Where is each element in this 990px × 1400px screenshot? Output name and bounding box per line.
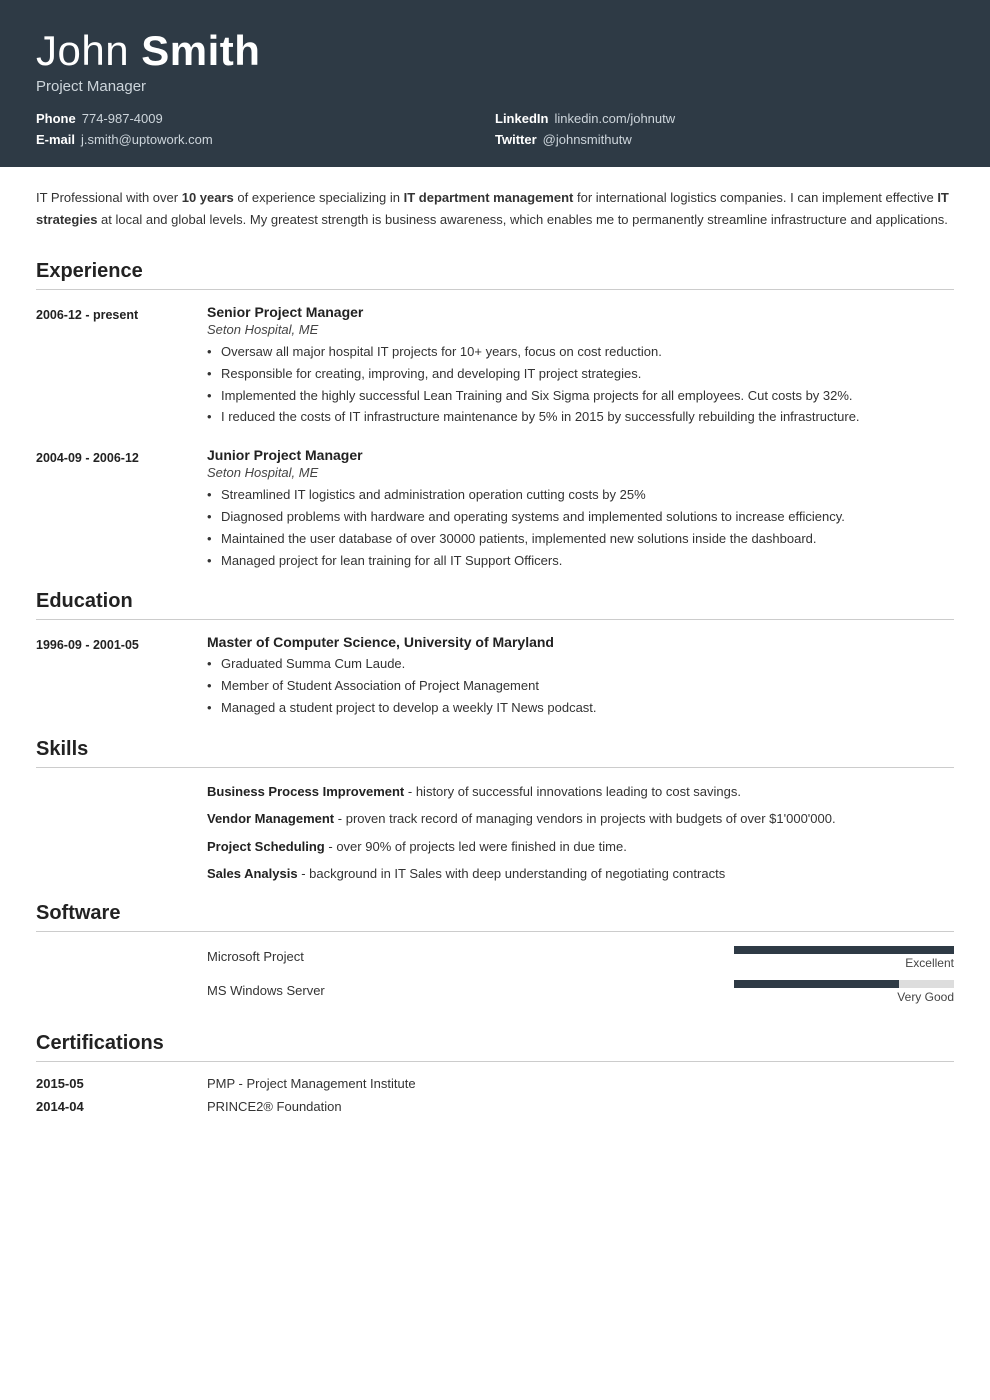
- edu-bullets-0: Graduated Summa Cum Laude. Member of Stu…: [207, 654, 954, 718]
- software-content: Microsoft Project Excellent MS Windows S…: [207, 946, 954, 1014]
- education-item-0: 1996-09 - 2001-05 Master of Computer Sci…: [36, 634, 954, 719]
- edu-bullet-0-2: Managed a student project to develop a w…: [207, 698, 954, 719]
- last-name: Smith: [141, 27, 260, 74]
- skill-item-3: Sales Analysis - background in IT Sales …: [207, 864, 954, 884]
- exp-bullets-0: Oversaw all major hospital IT projects f…: [207, 342, 954, 428]
- exp-title-1: Junior Project Manager: [207, 447, 954, 463]
- phone-label: Phone: [36, 111, 76, 126]
- cert-date-1: 2014-04: [36, 1099, 191, 1114]
- exp-content-0: Senior Project Manager Seton Hospital, M…: [207, 304, 954, 429]
- skill-item-1: Vendor Management - proven track record …: [207, 809, 954, 829]
- skills-layout: Business Process Improvement - history o…: [36, 782, 954, 884]
- exp-bullet-0-2: Implemented the highly successful Lean T…: [207, 386, 954, 407]
- twitter-value: @johnsmithutw: [543, 132, 632, 147]
- cert-name-1: PRINCE2® Foundation: [207, 1099, 954, 1114]
- linkedin-value: linkedin.com/johnutw: [554, 111, 675, 126]
- exp-title-0: Senior Project Manager: [207, 304, 954, 320]
- candidate-name: John Smith: [36, 28, 954, 74]
- exp-bullet-0-3: I reduced the costs of IT infrastructure…: [207, 407, 954, 428]
- contact-linkedin: LinkedIn linkedin.com/johnutw: [495, 111, 954, 126]
- software-bar-wrap-1: [734, 980, 954, 988]
- email-value: j.smith@uptowork.com: [81, 132, 213, 147]
- cert-item-0: 2015-05 PMP - Project Management Institu…: [36, 1076, 954, 1091]
- candidate-title: Project Manager: [36, 78, 954, 95]
- edu-bullet-0-1: Member of Student Association of Project…: [207, 676, 954, 697]
- skill-item-2: Project Scheduling - over 90% of project…: [207, 837, 954, 857]
- software-item-1: MS Windows Server Very Good: [207, 980, 954, 1004]
- exp-content-1: Junior Project Manager Seton Hospital, M…: [207, 447, 954, 572]
- software-level-0: Excellent: [734, 956, 954, 970]
- phone-value: 774-987-4009: [82, 111, 163, 126]
- exp-bullet-0-0: Oversaw all major hospital IT projects f…: [207, 342, 954, 363]
- exp-bullet-1-2: Maintained the user database of over 300…: [207, 529, 954, 550]
- experience-section: Experience 2006-12 - present Senior Proj…: [36, 260, 954, 572]
- experience-item-1: 2004-09 - 2006-12 Junior Project Manager…: [36, 447, 954, 572]
- software-heading: Software: [36, 902, 954, 932]
- skill-name-1: Vendor Management: [207, 811, 334, 826]
- skill-name-0: Business Process Improvement: [207, 784, 404, 799]
- exp-bullet-1-3: Managed project for lean training for al…: [207, 551, 954, 572]
- contact-twitter: Twitter @johnsmithutw: [495, 132, 954, 147]
- experience-heading: Experience: [36, 260, 954, 290]
- exp-bullets-1: Streamlined IT logistics and administrat…: [207, 485, 954, 571]
- software-bar-fill-1: [734, 980, 899, 988]
- education-section: Education 1996-09 - 2001-05 Master of Co…: [36, 590, 954, 719]
- contact-phone: Phone 774-987-4009: [36, 111, 495, 126]
- skill-desc-1: -: [338, 811, 346, 826]
- edu-degree-0: Master of Computer Science, University o…: [207, 634, 954, 650]
- skill-desc-0: -: [408, 784, 416, 799]
- software-spacer: [36, 946, 191, 1014]
- software-bar-wrap-0: [734, 946, 954, 954]
- exp-company-1: Seton Hospital, ME: [207, 465, 954, 480]
- edu-content-0: Master of Computer Science, University o…: [207, 634, 954, 719]
- exp-bullet-0-1: Responsible for creating, improving, and…: [207, 364, 954, 385]
- first-name: John: [36, 27, 141, 74]
- twitter-label: Twitter: [495, 132, 537, 147]
- software-bar-fill-0: [734, 946, 954, 954]
- skill-name-2: Project Scheduling: [207, 839, 325, 854]
- cert-item-1: 2014-04 PRINCE2® Foundation: [36, 1099, 954, 1114]
- software-bar-0: Excellent: [734, 946, 954, 970]
- summary-text: IT Professional with over 10 years of ex…: [36, 190, 949, 226]
- exp-bullet-1-1: Diagnosed problems with hardware and ope…: [207, 507, 954, 528]
- skills-section: Skills Business Process Improvement - hi…: [36, 738, 954, 884]
- software-name-1: MS Windows Server: [207, 983, 325, 998]
- certifications-heading: Certifications: [36, 1032, 954, 1062]
- exp-bullet-1-0: Streamlined IT logistics and administrat…: [207, 485, 954, 506]
- skill-name-3: Sales Analysis: [207, 866, 298, 881]
- contact-email: E-mail j.smith@uptowork.com: [36, 132, 495, 147]
- software-item-inner-1: MS Windows Server Very Good: [207, 980, 954, 1004]
- summary-section: IT Professional with over 10 years of ex…: [36, 187, 954, 238]
- skills-heading: Skills: [36, 738, 954, 768]
- skill-item-0: Business Process Improvement - history o…: [207, 782, 954, 802]
- contact-grid: Phone 774-987-4009 LinkedIn linkedin.com…: [36, 111, 954, 147]
- software-level-1: Very Good: [734, 990, 954, 1004]
- exp-date-0: 2006-12 - present: [36, 304, 191, 429]
- exp-company-0: Seton Hospital, ME: [207, 322, 954, 337]
- software-name-0: Microsoft Project: [207, 949, 304, 964]
- education-heading: Education: [36, 590, 954, 620]
- linkedin-label: LinkedIn: [495, 111, 548, 126]
- email-label: E-mail: [36, 132, 75, 147]
- skills-content: Business Process Improvement - history o…: [207, 782, 954, 884]
- cert-date-0: 2015-05: [36, 1076, 191, 1091]
- edu-bullet-0-0: Graduated Summa Cum Laude.: [207, 654, 954, 675]
- exp-date-1: 2004-09 - 2006-12: [36, 447, 191, 572]
- resume-header: John Smith Project Manager Phone 774-987…: [0, 0, 990, 167]
- edu-date-0: 1996-09 - 2001-05: [36, 634, 191, 719]
- software-bar-1: Very Good: [734, 980, 954, 1004]
- skills-spacer: [36, 782, 191, 884]
- software-layout: Microsoft Project Excellent MS Windows S…: [36, 946, 954, 1014]
- skill-desc-3: -: [301, 866, 309, 881]
- software-section: Software Microsoft Project Excellent: [36, 902, 954, 1014]
- software-item-0: Microsoft Project Excellent: [207, 946, 954, 970]
- cert-name-0: PMP - Project Management Institute: [207, 1076, 954, 1091]
- software-item-inner-0: Microsoft Project Excellent: [207, 946, 954, 970]
- experience-item-0: 2006-12 - present Senior Project Manager…: [36, 304, 954, 429]
- certifications-section: Certifications 2015-05 PMP - Project Man…: [36, 1032, 954, 1114]
- resume-main: IT Professional with over 10 years of ex…: [0, 167, 990, 1168]
